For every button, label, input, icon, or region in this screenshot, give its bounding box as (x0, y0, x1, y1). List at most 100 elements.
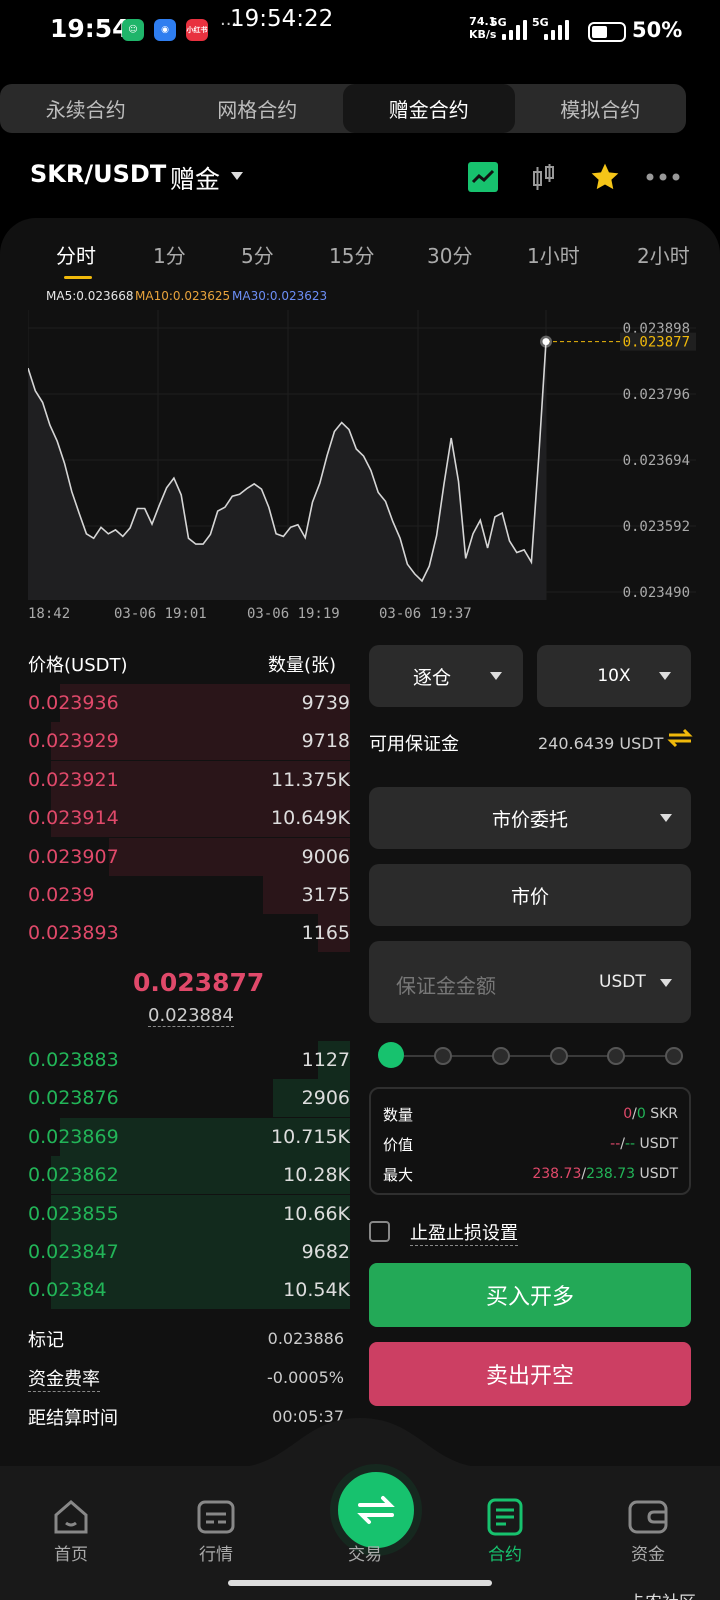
tab-bonus[interactable]: 赠金合约 (343, 84, 515, 133)
ask-row[interactable]: 0.0239 3175 (28, 876, 350, 914)
x-tick: 03-06 19:01 (114, 606, 207, 622)
order-type-select[interactable]: 市价委托 (369, 787, 691, 849)
tpsl-checkbox[interactable] (369, 1221, 390, 1242)
bid-price: 0.023869 (28, 1125, 119, 1148)
xiaohongshu-notification-icon: 小红书 (186, 19, 208, 41)
nav-trade-label[interactable]: 交易 (342, 1540, 388, 1565)
bid-row[interactable]: 0.023869 10.715K (28, 1117, 350, 1156)
price-area (28, 341, 546, 600)
bid-qty: 10.54K (283, 1279, 350, 1302)
ask-qty: 1165 (301, 922, 350, 945)
bid-row[interactable]: 0.023862 10.28K (28, 1156, 350, 1195)
chevron-down-icon[interactable] (231, 172, 243, 180)
app-notification-icon: ☺ (122, 19, 144, 41)
nav-market-label: 行情 (199, 1545, 233, 1565)
nav-home[interactable]: 首页 (31, 1498, 111, 1565)
transfer-icon[interactable] (667, 727, 693, 753)
app-root: 19:54 ☺ ◉ 小红书 ··· 19:54:22 74.1 KB/s 5G 5… (0, 0, 720, 1600)
mark-price-small[interactable]: 0.023884 (148, 1005, 234, 1027)
y-tick: 0.023796 (623, 387, 690, 403)
nav-contract[interactable]: 合约 (465, 1498, 545, 1565)
slider-step[interactable] (665, 1047, 683, 1065)
ask-row[interactable]: 0.023907 9006 (28, 837, 350, 876)
max-b: 238.73 (586, 1166, 636, 1182)
signal2-icon (544, 18, 569, 40)
tf-15m[interactable]: 15分 (329, 240, 374, 269)
bid-row[interactable]: 0.023876 2906 (28, 1079, 350, 1118)
leverage-value: 10X (597, 666, 631, 686)
nav-market[interactable]: 行情 (176, 1498, 256, 1565)
sell-short-button[interactable]: 卖出开空 (369, 1342, 691, 1406)
price-chart[interactable]: 0.0238980.0237960.0236940.0235920.023490… (28, 310, 696, 600)
x-tick: 03-06 19:37 (379, 606, 472, 622)
tf-1h[interactable]: 1小时 (527, 240, 580, 269)
available-label: 可用保证金 (369, 734, 459, 755)
bid-qty: 10.28K (283, 1164, 350, 1187)
tf-1m[interactable]: 1分 (153, 240, 186, 269)
contract-icon (485, 1498, 525, 1536)
slider-step[interactable] (607, 1047, 625, 1065)
status-time: 19:54 (50, 14, 130, 43)
pair-tag[interactable]: 赠金 (170, 160, 220, 196)
tf-5m[interactable]: 5分 (241, 240, 274, 269)
chevron-down-icon (659, 672, 671, 680)
bid-price: 0.023847 (28, 1241, 119, 1263)
bid-row[interactable]: 0.02384 10.54K (28, 1271, 350, 1310)
tab-perpetual[interactable]: 永续合约 (0, 84, 172, 133)
last-price[interactable]: 0.023877 (133, 968, 264, 997)
qty-b: 0 (636, 1106, 646, 1122)
bid-price: 0.023876 (28, 1087, 119, 1110)
price-field-value: 市价 (510, 885, 549, 908)
tpsl-label[interactable]: 止盈止损设置 (410, 1219, 518, 1246)
slider-track[interactable] (385, 1055, 675, 1057)
pair-symbol[interactable]: SKR/USDT (30, 160, 166, 188)
margin-mode-select[interactable]: 逐仓 (369, 645, 523, 707)
value-a: -- (610, 1136, 621, 1152)
line-chart-icon[interactable] (466, 160, 500, 194)
nav-assets[interactable]: 资金 (608, 1498, 688, 1565)
ask-row[interactable]: 0.023914 10.649K (28, 799, 350, 838)
tf-line[interactable]: 分时 (56, 240, 96, 269)
ma30-label: MA30:0.023623 (232, 289, 328, 303)
amount-input[interactable]: 保证金金额 USDT (369, 941, 691, 1023)
qty-unit: SKR (650, 1106, 678, 1122)
tab-demo[interactable]: 模拟合约 (515, 84, 687, 133)
funding-rate-label[interactable]: 资金费率 (28, 1365, 100, 1392)
slider-knob[interactable] (378, 1042, 404, 1068)
ask-row[interactable]: 0.023893 1165 (28, 914, 350, 953)
slider-step[interactable] (434, 1047, 452, 1065)
leverage-select[interactable]: 10X (537, 645, 691, 707)
tf-30m[interactable]: 30分 (427, 240, 472, 269)
bid-row[interactable]: 0.023855 10.66K (28, 1194, 350, 1233)
margin-mode-value: 逐仓 (412, 666, 451, 689)
tf-2h[interactable]: 2小时 (637, 240, 690, 269)
nav-contract-label: 合约 (488, 1545, 522, 1565)
value-b: -- (624, 1136, 636, 1152)
bid-row[interactable]: 0.023883 1127 (28, 1041, 350, 1079)
ask-row[interactable]: 0.023929 9718 (28, 722, 350, 761)
ask-row[interactable]: 0.023936 9739 (28, 684, 350, 722)
slider-step[interactable] (550, 1047, 568, 1065)
last-price-label: 0.023877 (623, 335, 690, 351)
candlestick-icon[interactable] (527, 160, 561, 194)
bid-qty: 9682 (301, 1241, 350, 1263)
battery-icon (588, 22, 626, 42)
wallet-icon (628, 1498, 668, 1536)
amount-unit[interactable]: USDT (599, 972, 646, 992)
price-field[interactable]: 市价 (369, 864, 691, 926)
home-indicator[interactable] (228, 1580, 492, 1586)
qty-a: 0 (623, 1106, 633, 1122)
buy-long-button[interactable]: 买入开多 (369, 1263, 691, 1327)
ma10-label: MA10:0.023625 (135, 289, 231, 303)
slider-step[interactable] (492, 1047, 510, 1065)
ask-price: 0.023914 (28, 807, 119, 830)
bid-qty: 10.66K (283, 1202, 350, 1225)
qty-value: 0/0 SKR (623, 1106, 678, 1122)
more-icon[interactable] (644, 160, 682, 194)
ask-row[interactable]: 0.023921 11.375K (28, 760, 350, 799)
star-favorite-icon[interactable] (588, 160, 622, 194)
bid-row[interactable]: 0.023847 9682 (28, 1233, 350, 1271)
tf-active-underline (64, 276, 92, 279)
home-icon (51, 1498, 91, 1536)
tab-grid[interactable]: 网格合约 (172, 84, 344, 133)
